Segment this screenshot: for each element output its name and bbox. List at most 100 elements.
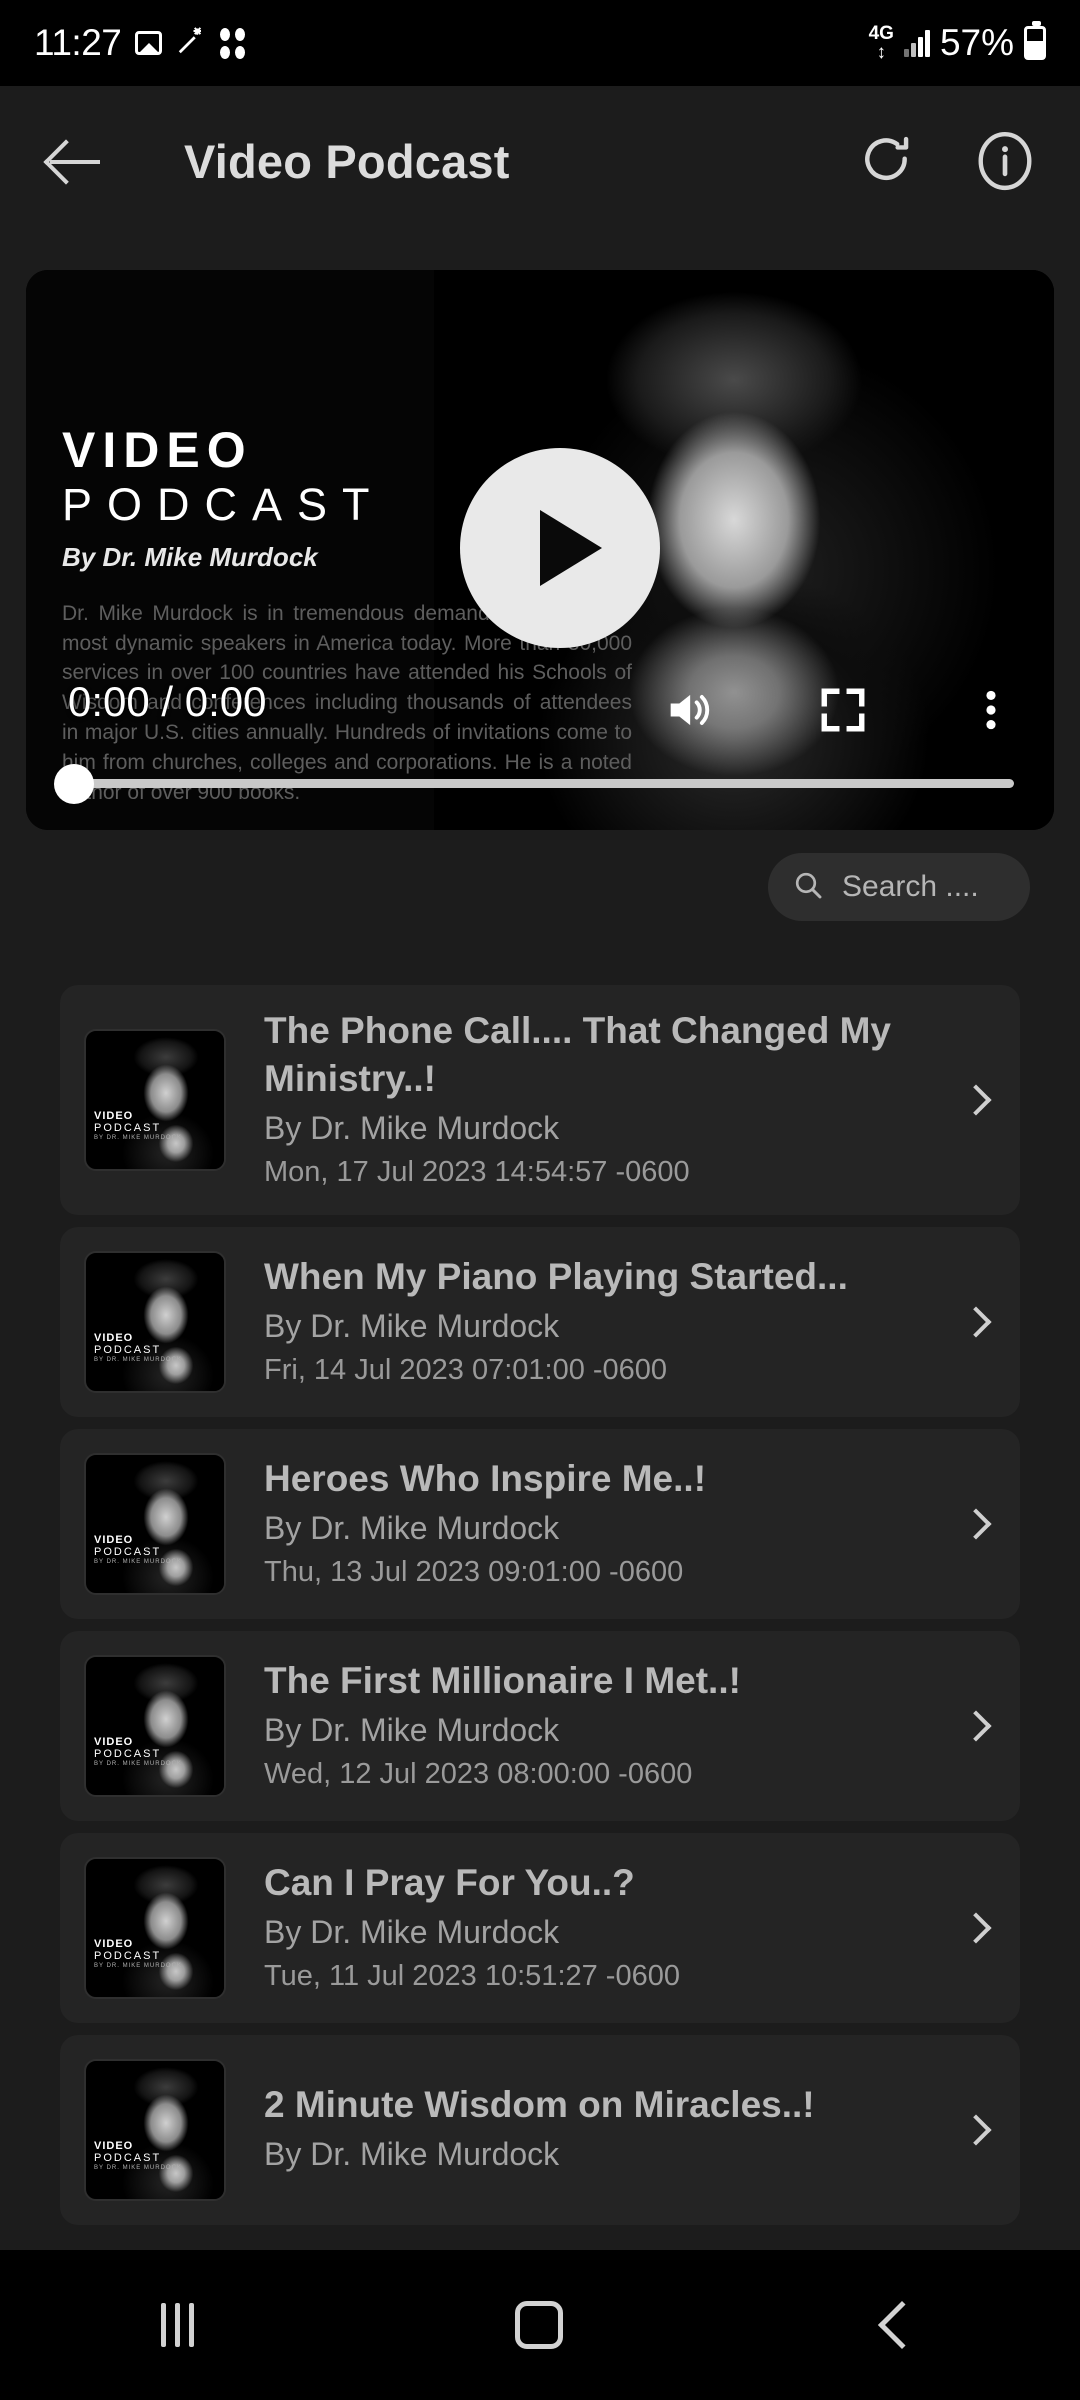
chevron-right-icon[interactable] (956, 1912, 996, 1944)
thumbnail-line-video: VIDEO (94, 1109, 134, 1122)
magic-wand-icon (176, 26, 206, 61)
video-player[interactable]: VIDEO PODCAST By Dr. Mike Murdock Dr. Mi… (26, 270, 1054, 830)
status-bar: 11:27 4G ↕ 57% (0, 0, 1080, 86)
list-item[interactable]: VIDEO PODCAST BY DR. MIKE MURDOCK The Fi… (60, 1630, 1020, 1821)
download-dots-icon (220, 27, 246, 59)
play-icon[interactable] (460, 448, 660, 648)
thumbnail-portrait (118, 1256, 224, 1391)
list-item[interactable]: VIDEO PODCAST BY DR. MIKE MURDOCK The Ph… (60, 985, 1020, 1215)
battery-percent: 57% (939, 22, 1014, 63)
image-icon (135, 31, 163, 55)
episode-title: 2 Minute Wisdom on Miracles..! (264, 2084, 815, 2126)
chevron-right-icon[interactable] (956, 1710, 996, 1742)
thumbnail-text: VIDEO PODCAST BY DR. MIKE MURDOCK (94, 1534, 182, 1567)
fullscreen-icon[interactable] (818, 685, 868, 740)
time-display: 0:00 / 0:00 (68, 678, 267, 725)
thumbnail-line-video: VIDEO (94, 1533, 134, 1546)
thumbnail-line-podcast: PODCAST (94, 1949, 162, 1962)
volume-icon[interactable] (662, 684, 714, 741)
episode-info: When My Piano Playing Started... By Dr. … (226, 1253, 956, 1391)
search-container: Search .... (768, 853, 1030, 921)
thumbnail-text: VIDEO PODCAST BY DR. MIKE MURDOCK (94, 1736, 182, 1769)
status-bar-left: 11:27 (34, 22, 246, 64)
episode-thumbnail: VIDEO PODCAST BY DR. MIKE MURDOCK (84, 2058, 226, 2201)
info-icon[interactable] (974, 130, 1036, 192)
home-icon[interactable] (515, 2301, 564, 2349)
thumbnail-line-podcast: PODCAST (94, 2151, 162, 2164)
episode-thumbnail: VIDEO PODCAST BY DR. MIKE MURDOCK (84, 1856, 226, 1999)
episode-info: Heroes Who Inspire Me..! By Dr. Mike Mur… (226, 1455, 956, 1593)
recents-icon[interactable] (160, 2303, 194, 2347)
episode-author: By Dr. Mike Murdock (264, 1110, 560, 1147)
thumbnail-line-by: BY DR. MIKE MURDOCK (94, 1559, 182, 1566)
episode-date: Tue, 11 Jul 2023 10:51:27 -0600 (264, 1960, 680, 1993)
episode-thumbnail: VIDEO PODCAST BY DR. MIKE MURDOCK (84, 1452, 226, 1595)
thumbnail-line-video: VIDEO (94, 1331, 134, 1344)
episode-info: 2 Minute Wisdom on Miracles..! By Dr. Mi… (226, 2081, 956, 2178)
thumbnail-portrait (118, 1034, 224, 1169)
thumbnail-line-by: BY DR. MIKE MURDOCK (94, 1963, 182, 1970)
player-controls: 0:00 / 0:00 (26, 660, 1054, 830)
chevron-right-icon[interactable] (956, 2114, 996, 2146)
data-arrows-icon: ↕ (876, 42, 887, 63)
episode-date: Wed, 12 Jul 2023 08:00:00 -0600 (264, 1758, 693, 1791)
chevron-right-icon[interactable] (956, 1508, 996, 1540)
nav-back-icon[interactable] (878, 2300, 927, 2350)
thumbnail-portrait (118, 1862, 224, 1997)
system-nav-bar (0, 2250, 1080, 2400)
search-input[interactable]: Search .... (768, 853, 1030, 921)
episode-date: Mon, 17 Jul 2023 14:54:57 -0600 (264, 1156, 690, 1189)
thumbnail-portrait (118, 1660, 224, 1795)
thumbnail-line-video: VIDEO (94, 1937, 134, 1950)
chevron-right-icon[interactable] (956, 1084, 996, 1116)
page-title: Video Podcast (184, 134, 510, 188)
thumbnail-line-by: BY DR. MIKE MURDOCK (94, 2165, 182, 2172)
thumbnail-line-video: VIDEO (94, 2139, 134, 2152)
more-vertical-icon[interactable] (972, 685, 1010, 740)
chevron-right-icon[interactable] (956, 1306, 996, 1338)
player-control-icons (662, 684, 1010, 741)
thumbnail-line-by: BY DR. MIKE MURDOCK (94, 1357, 182, 1364)
battery-icon (1024, 21, 1046, 60)
thumbnail-line-by: BY DR. MIKE MURDOCK (94, 1761, 182, 1768)
episode-list[interactable]: VIDEO PODCAST BY DR. MIKE MURDOCK The Ph… (0, 985, 1080, 2250)
back-arrow-icon[interactable] (44, 130, 106, 192)
list-item[interactable]: VIDEO PODCAST BY DR. MIKE MURDOCK Heroes… (60, 1428, 1020, 1619)
episode-author: By Dr. Mike Murdock (264, 1510, 560, 1547)
episode-date: Thu, 13 Jul 2023 09:01:00 -0600 (264, 1556, 684, 1589)
status-time: 11:27 (34, 22, 122, 63)
episode-title: The First Millionaire I Met..! (264, 1660, 741, 1702)
phone-screen: 11:27 4G ↕ 57% Video Podcast VIDEO PODCA… (0, 0, 1080, 2400)
thumbnail-line-podcast: PODCAST (94, 1343, 162, 1356)
episode-thumbnail: VIDEO PODCAST BY DR. MIKE MURDOCK (84, 1250, 226, 1393)
signal-bars-icon (903, 29, 930, 57)
thumbnail-line-podcast: PODCAST (94, 1122, 162, 1134)
thumbnail-line-by: BY DR. MIKE MURDOCK (94, 1135, 182, 1142)
refresh-icon[interactable] (858, 133, 914, 189)
thumbnail-line-podcast: PODCAST (94, 1545, 162, 1558)
episode-info: The Phone Call.... That Changed My Minis… (226, 1007, 956, 1193)
list-item[interactable]: VIDEO PODCAST BY DR. MIKE MURDOCK Can I … (60, 1832, 1020, 2023)
network-4g-icon: 4G ↕ (869, 24, 894, 62)
episode-author: By Dr. Mike Murdock (264, 1308, 560, 1345)
thumbnail-portrait (118, 2064, 224, 2199)
episode-info: The First Millionaire I Met..! By Dr. Mi… (226, 1657, 956, 1795)
list-item[interactable]: VIDEO PODCAST BY DR. MIKE MURDOCK When M… (60, 1226, 1020, 1417)
search-placeholder: Search .... (842, 870, 979, 903)
episode-thumbnail: VIDEO PODCAST BY DR. MIKE MURDOCK (84, 1654, 226, 1797)
episode-author: By Dr. Mike Murdock (264, 1712, 560, 1749)
status-bar-right: 4G ↕ 57% (869, 21, 1046, 64)
seek-handle[interactable] (54, 763, 94, 804)
episode-date: Fri, 14 Jul 2023 07:01:00 -0600 (264, 1354, 668, 1387)
list-item[interactable]: VIDEO PODCAST BY DR. MIKE MURDOCK 2 Minu… (60, 2034, 1020, 2225)
episode-title: The Phone Call.... That Changed My Minis… (264, 1010, 891, 1100)
thumbnail-line-video: VIDEO (94, 1735, 134, 1748)
thumbnail-line-podcast: PODCAST (94, 1747, 162, 1760)
thumbnail-text: VIDEO PODCAST BY DR. MIKE MURDOCK (94, 2140, 182, 2173)
thumbnail-text: VIDEO PODCAST BY DR. MIKE MURDOCK (94, 1332, 182, 1365)
episode-thumbnail: VIDEO PODCAST BY DR. MIKE MURDOCK (84, 1028, 226, 1171)
episode-title: Heroes Who Inspire Me..! (264, 1458, 707, 1500)
episode-title: Can I Pray For You..? (264, 1862, 635, 1904)
seek-bar[interactable] (54, 763, 1014, 804)
episode-author: By Dr. Mike Murdock (264, 1914, 560, 1951)
